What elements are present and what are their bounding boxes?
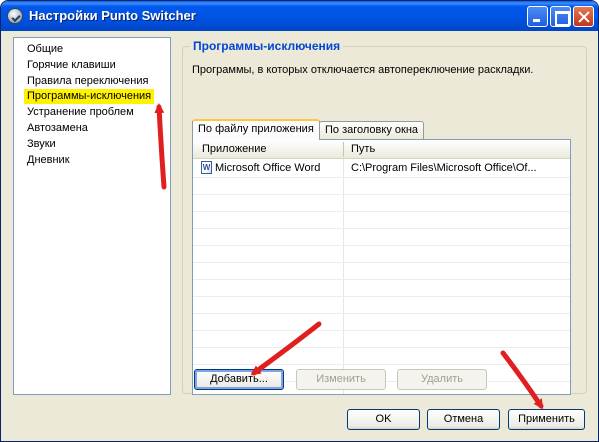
row-grid-line (193, 228, 570, 229)
cell-application: Microsoft Office Word (215, 162, 321, 174)
table-header: Приложение Путь (193, 140, 570, 159)
exception-programs-panel: Программы-исключения Программы, в которы… (182, 39, 587, 401)
tab-by-app-file[interactable]: По файлу приложения (192, 119, 320, 140)
ok-button[interactable]: OK (347, 409, 420, 430)
cell-path: C:\Program Files\Microsoft Office\Of... (351, 162, 537, 174)
window-title: Настройки Punto Switcher (29, 8, 196, 23)
panel-title: Программы-исключения (190, 39, 344, 53)
word-document-icon: W (201, 161, 212, 174)
tree-item-exception-programs[interactable]: Программы-исключения (24, 89, 155, 104)
punto-switcher-app-icon (7, 8, 23, 24)
settings-window: Настройки Punto Switcher Общие Горячие к… (0, 0, 599, 442)
tree-item-switch-rules[interactable]: Правила переключения (24, 74, 151, 89)
tree-item-autoreplace[interactable]: Автозамена (24, 121, 91, 136)
row-grid-line (193, 296, 570, 297)
close-button[interactable] (573, 6, 594, 27)
delete-button[interactable]: Удалить (397, 369, 487, 390)
row-grid-line (193, 245, 570, 246)
tab-by-window-title[interactable]: По заголовку окна (319, 121, 425, 139)
tree-item-diary[interactable]: Дневник (24, 153, 73, 168)
apply-button[interactable]: Применить (508, 409, 585, 430)
row-grid-line (193, 262, 570, 263)
tree-item-sounds[interactable]: Звуки (24, 137, 59, 152)
row-grid-line (193, 177, 570, 178)
settings-category-tree[interactable]: Общие Горячие клавиши Правила переключен… (13, 37, 171, 395)
tree-item-general[interactable]: Общие (24, 42, 66, 57)
column-header-path[interactable]: Путь (351, 143, 375, 155)
tree-item-hotkeys[interactable]: Горячие клавиши (24, 58, 119, 73)
row-grid-line (193, 364, 570, 365)
column-header-application[interactable]: Приложение (202, 143, 267, 155)
column-divider[interactable] (343, 142, 344, 157)
row-grid-line (193, 347, 570, 348)
exceptions-table[interactable]: Приложение Путь W Microsoft Office Word … (192, 139, 571, 395)
row-grid-line (193, 330, 570, 331)
cancel-button[interactable]: Отмена (427, 409, 500, 430)
edit-button[interactable]: Изменить (296, 369, 386, 390)
panel-description: Программы, в которых отключается автопер… (192, 64, 534, 76)
maximize-button[interactable] (550, 6, 571, 27)
minimize-button[interactable] (527, 6, 548, 27)
row-grid-line (193, 211, 570, 212)
title-bar[interactable]: Настройки Punto Switcher (1, 1, 598, 31)
row-grid-line (193, 279, 570, 280)
tree-item-troubleshooting[interactable]: Устранение проблем (24, 105, 137, 120)
row-grid-line (193, 313, 570, 314)
row-grid-line (193, 194, 570, 195)
add-button[interactable]: Добавить... (194, 369, 284, 390)
